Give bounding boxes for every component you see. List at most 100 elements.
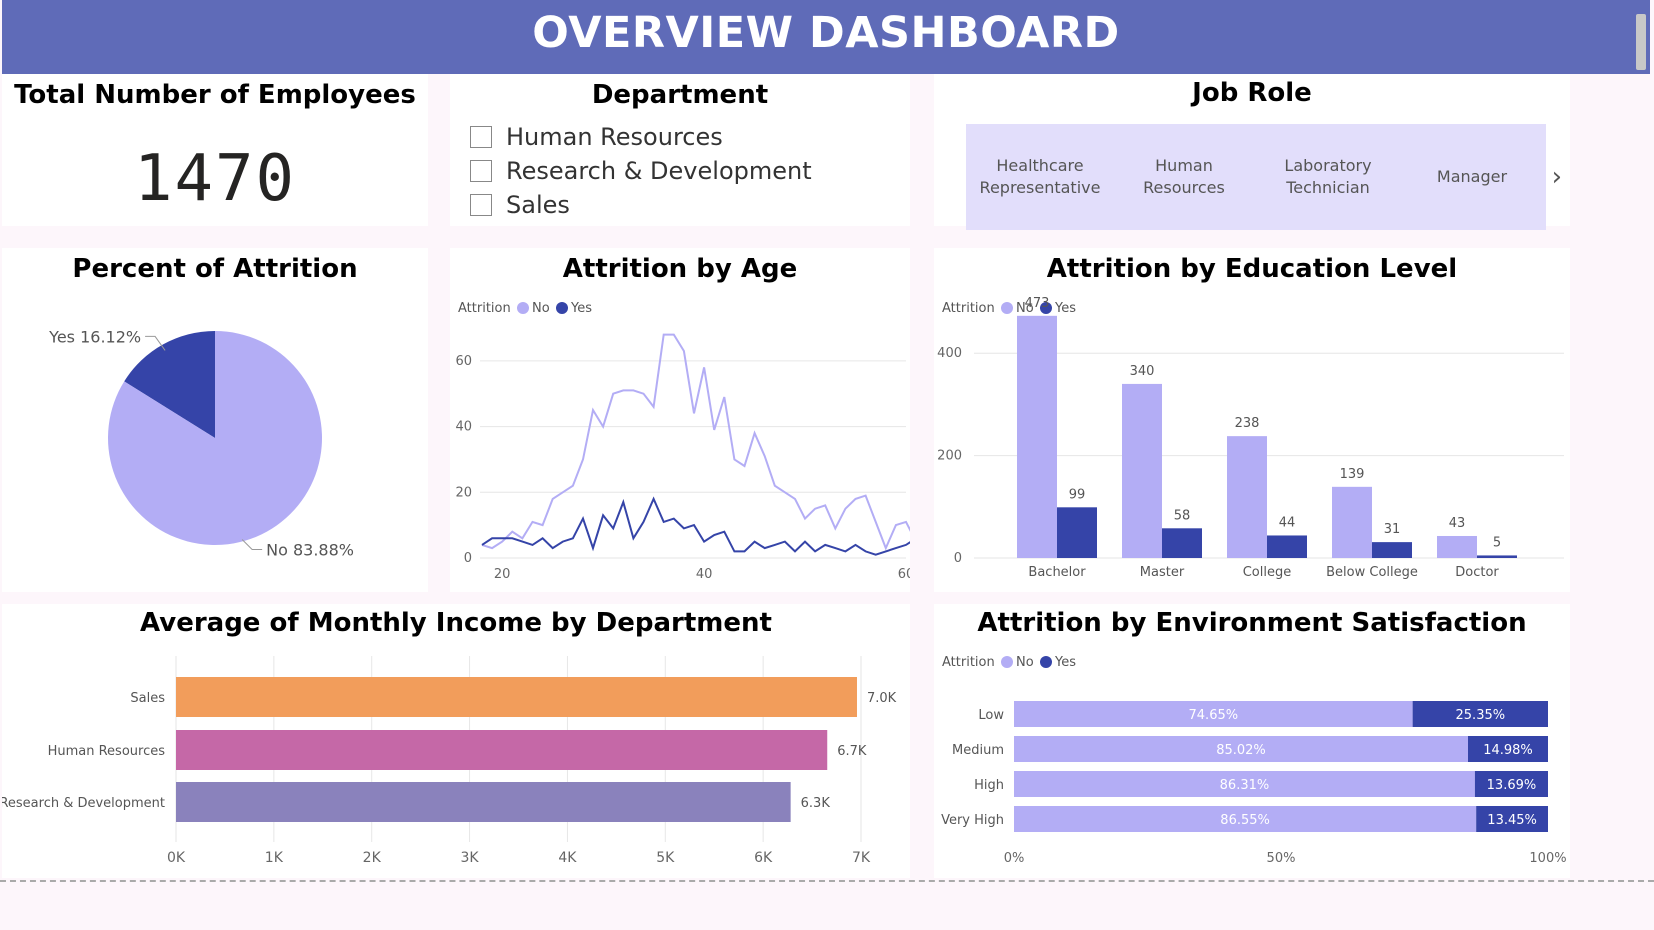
y-tick-label: 400 xyxy=(937,346,962,361)
bar-yes xyxy=(1162,528,1202,558)
y-tick-label: 0 xyxy=(954,551,962,566)
y-tick-label: 40 xyxy=(455,420,472,435)
data-label: 13.45% xyxy=(1487,813,1537,828)
x-tick-label: 40 xyxy=(696,567,713,582)
y-category-label: Research & Development xyxy=(2,796,165,811)
y-category-label: Medium xyxy=(952,743,1004,758)
legend-no-marker xyxy=(517,302,529,314)
x-tick-label: 20 xyxy=(494,567,511,582)
x-category-label: Master xyxy=(1140,565,1185,580)
data-label: 340 xyxy=(1130,364,1155,379)
job-role-tile-healthcare-representative[interactable]: Healthcare Representative xyxy=(966,124,1114,230)
data-label: 6.7K xyxy=(837,744,867,759)
y-category-label: Low xyxy=(978,708,1004,723)
x-tick-label: 5K xyxy=(656,850,675,866)
x-tick-label: 3K xyxy=(461,850,480,866)
data-label: 31 xyxy=(1384,522,1401,537)
legend-title: Attrition xyxy=(942,655,995,670)
legend-no-marker xyxy=(1001,302,1013,314)
data-label: 58 xyxy=(1174,508,1191,523)
tile-label-line2: Technician xyxy=(1286,178,1370,197)
data-label: 473 xyxy=(1025,296,1050,311)
x-category-label: Bachelor xyxy=(1028,565,1086,580)
x-tick-label: 0K xyxy=(167,850,186,866)
chevron-right-icon[interactable]: › xyxy=(1552,162,1562,192)
pie-label-yes: Yes 16.12% xyxy=(48,327,141,346)
data-label: 7.0K xyxy=(867,691,897,706)
x-tick-label: 50% xyxy=(1267,851,1296,866)
scrollbar-thumb[interactable] xyxy=(1636,14,1646,70)
bar-no xyxy=(1332,486,1372,558)
department-option-human-resources[interactable]: Human Resources xyxy=(470,120,723,154)
bar-no xyxy=(1122,383,1162,558)
job-role-tile-human-resources[interactable]: Human Resources xyxy=(1110,124,1258,230)
bar xyxy=(176,677,857,717)
legend-no-marker xyxy=(1001,656,1013,668)
x-tick-label: 6K xyxy=(754,850,773,866)
tile-label-line1: Healthcare xyxy=(996,156,1084,175)
department-option-research-development[interactable]: Research & Development xyxy=(470,154,812,188)
job-role-tile-laboratory-technician[interactable]: Laboratory Technician xyxy=(1254,124,1402,230)
bar-no xyxy=(1017,315,1057,558)
department-option-label: Research & Development xyxy=(506,157,812,185)
x-tick-label: 1K xyxy=(265,850,284,866)
x-tick-label: 2K xyxy=(363,850,382,866)
attrition-environment-card: Attrition by Environment Satisfaction At… xyxy=(934,604,1570,878)
legend-yes-marker xyxy=(1040,656,1052,668)
attrition-education-chart: Attrition No Yes020040047399Bachelor34058M… xyxy=(937,296,1564,580)
job-role-tile-manager[interactable]: Manager xyxy=(1398,124,1546,230)
data-label: 85.02% xyxy=(1216,743,1266,758)
income-department-card: Average of Monthly Income by Department … xyxy=(2,604,910,878)
legend-yes-marker xyxy=(556,302,568,314)
page-title: OVERVIEW DASHBOARD xyxy=(532,8,1120,58)
series-line-no xyxy=(481,333,910,551)
legend-yes-label: Yes xyxy=(1054,655,1076,670)
x-category-label: Doctor xyxy=(1455,565,1499,580)
data-label: 6.3K xyxy=(801,796,831,811)
data-label: 99 xyxy=(1069,487,1086,502)
legend-no-label: No xyxy=(1016,655,1034,670)
checkbox[interactable] xyxy=(470,194,492,216)
bar-yes xyxy=(1477,555,1517,558)
data-label: 43 xyxy=(1449,516,1466,531)
x-category-label: Below College xyxy=(1326,565,1418,580)
y-category-label: Sales xyxy=(130,691,165,706)
bar-no xyxy=(1227,436,1267,558)
tile-label-line2: Representative xyxy=(979,178,1101,197)
kpi-title: Total Number of Employees xyxy=(14,80,416,110)
data-label: 86.55% xyxy=(1220,813,1270,828)
data-label: 5 xyxy=(1493,535,1501,550)
y-category-label: Very High xyxy=(941,813,1004,828)
tile-label-line1: Manager xyxy=(1436,167,1508,186)
department-option-label: Sales xyxy=(506,191,570,219)
checkbox[interactable] xyxy=(470,126,492,148)
tile-label-line2: Resources xyxy=(1143,178,1225,197)
x-category-label: College xyxy=(1243,565,1292,580)
dashboard-header: OVERVIEW DASHBOARD xyxy=(2,0,1650,74)
y-category-label: Human Resources xyxy=(48,744,166,759)
department-option-label: Human Resources xyxy=(506,123,723,151)
pie-leader-no xyxy=(241,539,263,551)
y-category-label: High xyxy=(974,778,1004,793)
legend-title: Attrition xyxy=(458,301,511,316)
kpi-value: 1470 xyxy=(133,142,297,216)
x-tick-label: 100% xyxy=(1529,851,1566,866)
data-label: 25.35% xyxy=(1456,708,1506,723)
x-tick-label: 7K xyxy=(852,850,871,866)
data-label: 86.31% xyxy=(1220,778,1270,793)
attrition-education-card: Attrition by Education Level Attrition No… xyxy=(934,248,1570,592)
legend-title: Attrition xyxy=(942,301,995,316)
x-tick-label: 4K xyxy=(558,850,577,866)
y-tick-label: 200 xyxy=(937,449,962,464)
legend-no-label: No xyxy=(532,301,550,316)
data-label: 238 xyxy=(1235,416,1260,431)
bar-no xyxy=(1437,535,1477,558)
y-tick-label: 20 xyxy=(455,485,472,500)
department-option-sales[interactable]: Sales xyxy=(470,188,570,222)
data-label: 14.98% xyxy=(1483,743,1533,758)
checkbox[interactable] xyxy=(470,160,492,182)
x-tick-label: 60 xyxy=(898,567,910,582)
attrition-environment-chart: Attrition No Yes 0% 50% 100% 74.65% 25.35% Low 85… xyxy=(941,655,1567,866)
data-label: 44 xyxy=(1279,515,1296,530)
attrition-age-chart: Attrition No Yes 0 20 40 60 20 40 60 xyxy=(455,301,910,582)
